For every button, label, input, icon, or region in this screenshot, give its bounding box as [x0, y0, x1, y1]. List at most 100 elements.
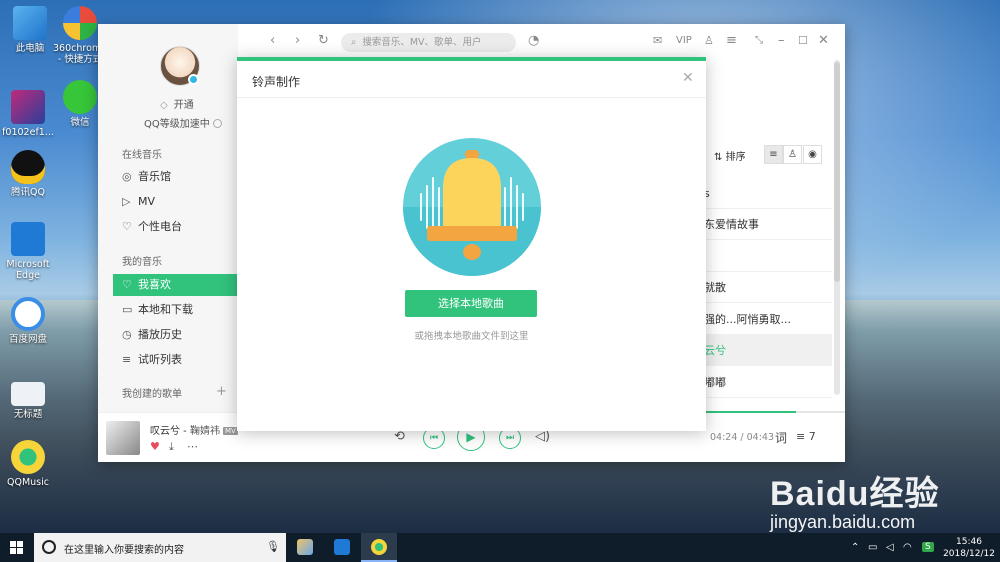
- level-speed-status: QQ等级加速中: [144, 115, 222, 130]
- list-item[interactable]: s: [704, 178, 832, 209]
- list-item[interactable]: 嘟嘟: [704, 367, 832, 398]
- song-title[interactable]: 叹云兮: [150, 426, 180, 437]
- baidu-watermark-url: jingyan.baidu.com: [770, 512, 916, 532]
- choose-local-song-button[interactable]: 选择本地歌曲: [405, 290, 537, 317]
- desktop-icon-untitled[interactable]: 无标题: [0, 376, 56, 420]
- vip-button[interactable]: VIP: [676, 33, 692, 49]
- sidebar-item-radio[interactable]: ♡ 个性电台: [113, 216, 238, 238]
- artist-name[interactable]: 鞠婧祎: [190, 426, 220, 437]
- wechat-icon: [63, 80, 97, 114]
- edge-icon: [334, 539, 350, 555]
- sort-label: 排序: [725, 152, 746, 163]
- computer-icon: [13, 6, 47, 40]
- back-icon[interactable]: ‹: [270, 33, 275, 49]
- sidebar-item-trial-list[interactable]: ≡ 试听列表: [113, 349, 238, 371]
- desktop-icon-baidu-netdisk[interactable]: 百度网盘: [0, 297, 56, 345]
- loop-mode-icon[interactable]: ⟲: [394, 429, 405, 444]
- taskbar-app-qqmusic[interactable]: [361, 533, 397, 562]
- album-view-icon[interactable]: ◉: [803, 145, 822, 164]
- penguin-icon: [11, 150, 45, 184]
- more-icon[interactable]: ⋯: [187, 440, 198, 453]
- microphone-icon[interactable]: 🎙︎: [266, 540, 280, 553]
- open-vip-link[interactable]: ◇ 开通: [160, 96, 194, 111]
- sidebar: ◇ 开通 QQ等级加速中 在线音乐 ◎ 音乐馆 ▷ MV ♡ 个性电台 我的音乐 ♡ 我喜…: [98, 24, 238, 412]
- sort-button[interactable]: ⇅ 排序: [714, 148, 746, 163]
- sidebar-item-favorites[interactable]: ♡ 我喜欢: [113, 274, 238, 296]
- wifi-icon[interactable]: ◠: [903, 542, 912, 553]
- list-item[interactable]: 就散: [704, 272, 832, 303]
- battery-icon[interactable]: ▭: [868, 542, 877, 553]
- list-item[interactable]: [704, 241, 832, 272]
- ringtone-maker-dialog: 铃声制作 ✕ 选择本地歌曲 或拖拽本地歌曲文件到这里: [237, 57, 706, 431]
- sidebar-item-local-download[interactable]: ▭ 本地和下载: [113, 299, 238, 321]
- play-time: 04:24 / 04:43: [710, 432, 774, 443]
- mv-tag[interactable]: MV: [222, 427, 238, 435]
- volume-icon[interactable]: ◁): [535, 429, 550, 444]
- document-icon: [11, 382, 45, 406]
- mini-mode-icon[interactable]: ⤡: [755, 33, 763, 49]
- singer-view-icon[interactable]: ♙: [783, 145, 802, 164]
- taskbar-app-edge[interactable]: [324, 533, 360, 562]
- desktop-icon-qqmusic[interactable]: QQMusic: [0, 440, 56, 488]
- minimize-icon[interactable]: –: [778, 33, 785, 49]
- list-item[interactable]: 东爱情故事: [704, 209, 832, 240]
- taskbar-app-paint[interactable]: [287, 533, 323, 562]
- clock-icon: ◷: [122, 328, 132, 341]
- sidebar-item-mv[interactable]: ▷ MV: [113, 191, 238, 213]
- play-queue-button[interactable]: ≡ 7: [796, 430, 816, 443]
- sidebar-item-music-hall[interactable]: ◎ 音乐馆: [113, 166, 238, 188]
- list-view-icon[interactable]: ≡: [764, 145, 783, 164]
- radio-icon: ♡: [122, 220, 132, 233]
- add-playlist-button[interactable]: +: [216, 384, 227, 399]
- desktop-icon-edge[interactable]: Microsoft Edge: [0, 222, 56, 281]
- desktop-icon-this-pc[interactable]: 此电脑: [2, 6, 58, 54]
- scrollbar-thumb[interactable]: [834, 62, 840, 282]
- desktop-icon-label: 此电脑: [15, 43, 45, 54]
- image-file-icon: [11, 90, 45, 124]
- maximize-icon[interactable]: ☐: [798, 33, 808, 49]
- close-icon[interactable]: ✕: [818, 33, 829, 49]
- clock-date: 2018/12/12: [943, 549, 995, 559]
- sidebar-item-history[interactable]: ◷ 播放历史: [113, 324, 238, 346]
- skin-icon[interactable]: ♙: [704, 33, 714, 49]
- input-method-icon[interactable]: S: [922, 542, 934, 552]
- lyrics-button[interactable]: 词: [775, 429, 787, 446]
- taskbar-clock[interactable]: 15:46 2018/12/12: [940, 536, 998, 560]
- tray-expand-icon[interactable]: ⌃: [851, 542, 859, 553]
- speaker-icon[interactable]: ◁: [886, 542, 894, 553]
- sidebar-item-label: 我喜欢: [138, 278, 171, 291]
- desktop-icon-qq[interactable]: 腾讯QQ: [0, 150, 56, 198]
- search-input[interactable]: ⌕ 搜索音乐、MV、歌单、用户: [341, 33, 516, 52]
- forward-icon[interactable]: ›: [295, 33, 300, 49]
- menu-icon[interactable]: ≡: [726, 33, 737, 49]
- bell-icon: [403, 138, 541, 276]
- now-playing-info: 叹云兮 - 鞠婧祎 MV: [150, 426, 238, 437]
- list-item[interactable]: 强的...阿悄勇取...: [704, 304, 832, 335]
- qqmusic-icon: [11, 440, 45, 474]
- windows-start-icon[interactable]: [10, 541, 23, 554]
- video-icon: ▷: [122, 195, 131, 208]
- like-heart-icon[interactable]: ♥: [150, 440, 160, 453]
- download-icon[interactable]: ⤓: [169, 440, 174, 454]
- desktop-icon-file[interactable]: f0102ef1...: [0, 90, 56, 138]
- queue-count: 7: [808, 430, 816, 443]
- desktop-icon-label: 微信: [70, 117, 90, 128]
- monitor-icon: ▭: [122, 303, 133, 316]
- listen-identify-icon[interactable]: ◔: [528, 33, 539, 49]
- browser-icon: [63, 6, 97, 40]
- scrollbar[interactable]: [834, 60, 840, 395]
- list-item-playing[interactable]: 云兮: [704, 335, 832, 366]
- mail-icon[interactable]: ✉: [653, 33, 662, 49]
- open-vip-label: 开通: [173, 100, 194, 111]
- close-icon[interactable]: ✕: [682, 70, 694, 86]
- desktop-icon-label: 无标题: [13, 409, 43, 420]
- taskbar-search-input[interactable]: 在这里输入你要搜索的内容 🎙︎: [34, 533, 286, 562]
- compass-icon: ◎: [122, 170, 132, 183]
- queue-icon: ≡: [796, 430, 806, 443]
- section-online-music: 在线音乐: [122, 150, 162, 161]
- album-cover[interactable]: [106, 421, 140, 455]
- refresh-icon[interactable]: ↻: [318, 33, 329, 49]
- desktop-icon-label: QQMusic: [7, 477, 49, 488]
- paint-icon: [297, 539, 313, 555]
- baidu-watermark: Baidu经验: [770, 475, 940, 513]
